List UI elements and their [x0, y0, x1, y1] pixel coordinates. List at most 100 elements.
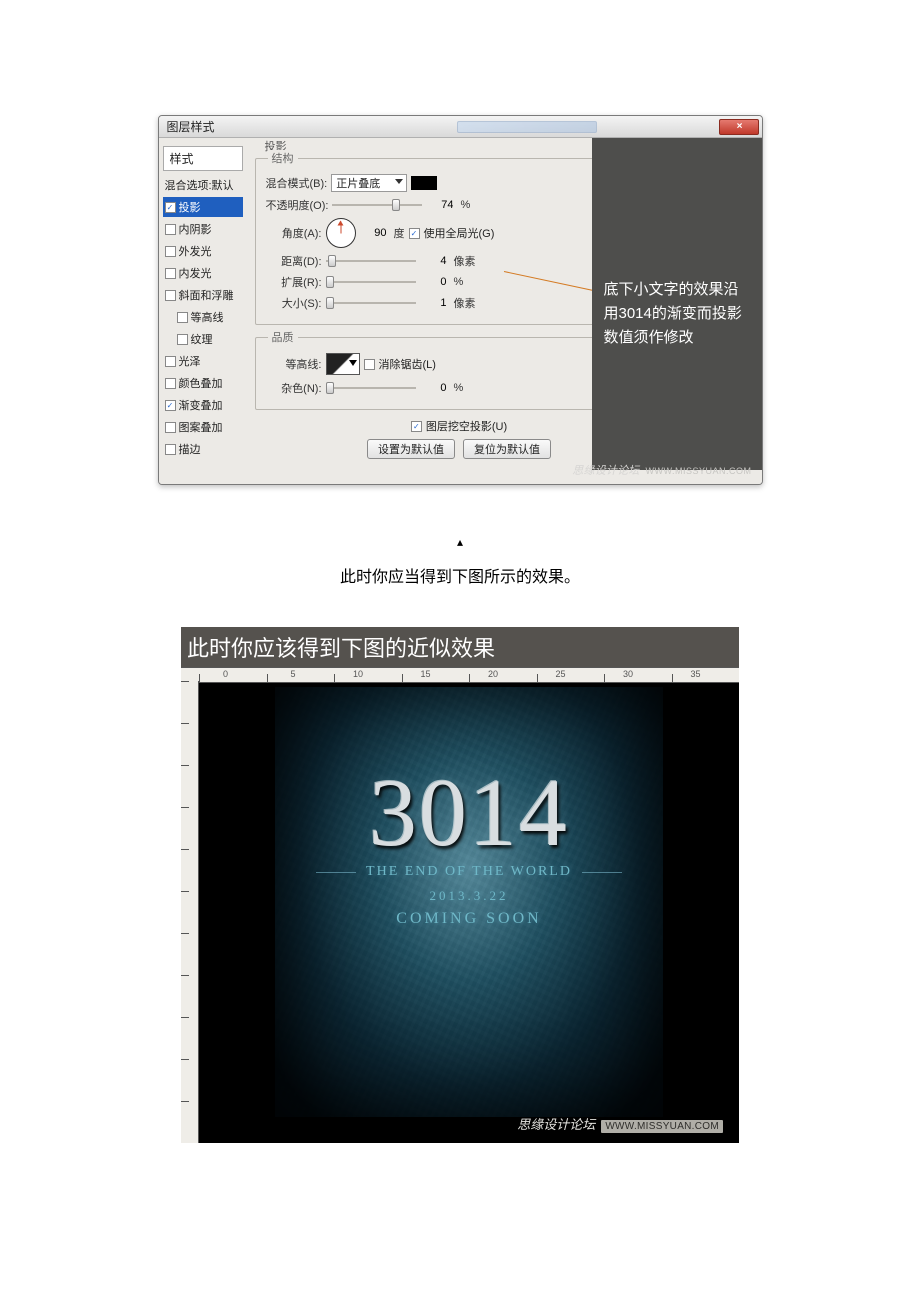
checkbox-icon[interactable]	[165, 202, 176, 213]
style-item-label: 投影	[179, 199, 201, 215]
size-value[interactable]	[420, 295, 450, 311]
spread-value[interactable]	[420, 274, 450, 290]
checkbox-icon[interactable]	[165, 246, 176, 257]
style-item-label: 等高线	[191, 309, 224, 325]
ruler-vertical	[181, 681, 199, 1143]
structure-title: 结构	[268, 150, 298, 166]
style-item-inner-glow[interactable]: 内发光	[163, 263, 243, 283]
opacity-value[interactable]	[426, 197, 456, 213]
watermark-en: WWW.MISSYUAN.COM	[646, 466, 752, 476]
chevron-down-icon	[349, 360, 357, 366]
style-item-label: 颜色叠加	[179, 375, 223, 391]
poster-headline: 3014	[369, 757, 569, 868]
close-icon: ×	[737, 121, 743, 132]
ruler-tick: 5	[269, 668, 299, 684]
checkbox-icon[interactable]	[165, 444, 176, 455]
distance-label: 距离(D):	[266, 253, 322, 269]
antialias-label: 消除锯齿(L)	[379, 356, 436, 372]
knockout-label: 图层挖空投影(U)	[426, 418, 507, 434]
spread-unit: %	[454, 276, 464, 288]
spread-slider[interactable]	[326, 281, 416, 283]
knockout-checkbox[interactable]	[411, 421, 422, 432]
angle-dial[interactable]	[326, 218, 356, 248]
pointer-icon: ▴	[0, 535, 920, 549]
checkbox-icon[interactable]	[165, 400, 176, 411]
global-light-label: 使用全局光(G)	[424, 225, 495, 241]
style-item-bevel[interactable]: 斜面和浮雕	[163, 285, 243, 305]
poster-artwork: 3014 THE END OF THE WORLD 2013.3.22 COMI…	[275, 687, 663, 1117]
checkbox-icon[interactable]	[165, 422, 176, 433]
chevron-down-icon	[395, 179, 403, 184]
style-item-stroke[interactable]: 描边	[163, 439, 243, 459]
style-item-blend-defaults[interactable]: 混合选项:默认	[163, 175, 243, 195]
angle-unit: 度	[394, 225, 405, 241]
style-item-texture[interactable]: 纹理	[163, 329, 243, 349]
angle-value[interactable]	[360, 225, 390, 241]
reset-default-button[interactable]: 复位为默认值	[463, 439, 551, 459]
poster-line-3: COMING SOON	[396, 910, 541, 928]
noise-value[interactable]	[420, 380, 450, 396]
style-item-label: 纹理	[191, 331, 213, 347]
size-label: 大小(S):	[266, 295, 322, 311]
contour-picker[interactable]	[326, 353, 360, 375]
style-item-label: 内发光	[179, 265, 212, 281]
style-item-pattern-overlay[interactable]: 图案叠加	[163, 417, 243, 437]
checkbox-icon[interactable]	[177, 312, 188, 323]
style-item-label: 外发光	[179, 243, 212, 259]
noise-label: 杂色(N):	[266, 380, 322, 396]
ruler-tick: 10	[336, 668, 366, 684]
close-button[interactable]: ×	[719, 119, 759, 135]
style-item-drop-shadow[interactable]: 投影	[163, 197, 243, 217]
checkbox-icon[interactable]	[165, 378, 176, 389]
checkbox-icon[interactable]	[165, 356, 176, 367]
checkbox-icon[interactable]	[165, 268, 176, 279]
result-titlebar: 此时你应该得到下图的近似效果	[181, 627, 739, 667]
ruler-tick: 25	[539, 668, 569, 684]
checkbox-icon[interactable]	[165, 224, 176, 235]
opacity-slider[interactable]	[332, 204, 422, 206]
checkbox-icon[interactable]	[177, 334, 188, 345]
antialias-checkbox[interactable]	[364, 359, 375, 370]
blend-mode-dropdown[interactable]: 正片叠底	[331, 174, 407, 192]
watermark: 思缘设计论坛 WWW.MISSYUAN.COM	[517, 1114, 723, 1133]
style-item-contour[interactable]: 等高线	[163, 307, 243, 327]
distance-slider[interactable]	[326, 260, 416, 262]
distance-unit: 像素	[454, 253, 476, 269]
shadow-color-swatch[interactable]	[411, 176, 437, 190]
spread-label: 扩展(R):	[266, 274, 322, 290]
style-item-label: 斜面和浮雕	[179, 287, 234, 303]
style-item-color-overlay[interactable]: 颜色叠加	[163, 373, 243, 393]
size-unit: 像素	[454, 295, 476, 311]
ruler-tick: 15	[404, 668, 434, 684]
poster-line-2: 2013.3.22	[430, 888, 509, 904]
quality-title: 品质	[268, 329, 298, 345]
watermark-en: WWW.MISSYUAN.COM	[601, 1120, 723, 1133]
styles-list: 样式 混合选项:默认 投影 内阴影 外发光	[159, 138, 247, 484]
watermark-zh: 思缘设计论坛	[517, 1114, 595, 1133]
styles-list-header: 样式	[163, 146, 243, 171]
checkbox-icon[interactable]	[165, 290, 176, 301]
ruler-tick: 30	[606, 668, 636, 684]
size-slider[interactable]	[326, 302, 416, 304]
noise-slider[interactable]	[326, 387, 416, 389]
style-item-outer-glow[interactable]: 外发光	[163, 241, 243, 261]
noise-unit: %	[454, 382, 464, 394]
poster-line-1: THE END OF THE WORLD	[366, 864, 572, 880]
dialog-titlebar: 图层样式 ×	[159, 116, 762, 138]
canvas-area: 3014 THE END OF THE WORLD 2013.3.22 COMI…	[199, 683, 739, 1143]
style-item-label: 内阴影	[179, 221, 212, 237]
ruler-tick: 20	[471, 668, 501, 684]
contour-label: 等高线:	[266, 356, 322, 372]
ruler-horizontal: 0 5 10 15 20 25 30 35	[181, 667, 739, 683]
titlebar-decoration	[457, 121, 597, 133]
blend-mode-label: 混合模式(B):	[266, 175, 328, 191]
opacity-label: 不透明度(O):	[266, 197, 329, 213]
style-item-gradient-overlay[interactable]: 渐变叠加	[163, 395, 243, 415]
annotation-text: 底下小文字的效果沿用3014的渐变而投影数值须作修改	[604, 281, 742, 346]
style-item-inner-shadow[interactable]: 内阴影	[163, 219, 243, 239]
angle-label: 角度(A):	[266, 225, 322, 241]
global-light-checkbox[interactable]	[409, 228, 420, 239]
distance-value[interactable]	[420, 253, 450, 269]
style-item-satin[interactable]: 光泽	[163, 351, 243, 371]
set-default-button[interactable]: 设置为默认值	[367, 439, 455, 459]
